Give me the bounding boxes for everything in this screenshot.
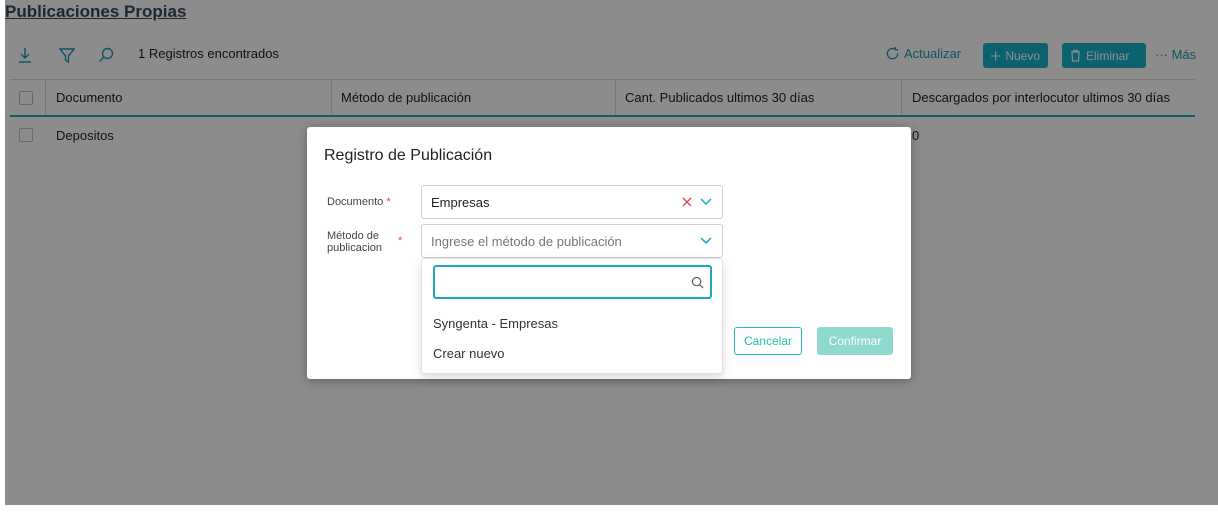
confirm-button[interactable]: Confirmar — [817, 327, 893, 355]
chevron-down-icon[interactable] — [700, 237, 712, 245]
modal-title: Registro de Publicación — [324, 147, 493, 164]
dropdown-search-input[interactable] — [441, 268, 691, 296]
app-window: Publicaciones Propias 1 Registros encont… — [0, 0, 1218, 512]
dropdown-search — [433, 265, 712, 299]
metodo-dropdown: Syngenta - Empresas Crear nuevo — [421, 258, 723, 374]
documento-value: Empresas — [431, 194, 490, 210]
documento-select[interactable]: Empresas — [421, 185, 723, 219]
dropdown-option-create-new[interactable]: Crear nuevo — [433, 346, 505, 361]
chevron-down-icon[interactable] — [700, 198, 712, 206]
metodo-select[interactable]: Ingrese el método de publicación — [421, 224, 723, 258]
required-marker: * — [386, 196, 391, 208]
metodo-label-line2: publicacion — [327, 242, 383, 254]
required-marker: * — [398, 235, 403, 247]
metodo-placeholder: Ingrese el método de publicación — [431, 233, 622, 249]
documento-label: Documento * — [327, 196, 391, 208]
search-icon — [691, 276, 704, 288]
cancel-button[interactable]: Cancelar — [734, 327, 802, 355]
dropdown-option[interactable]: Syngenta - Empresas — [433, 316, 558, 331]
clear-icon[interactable] — [682, 197, 692, 207]
metodo-label-line1: Método de — [327, 230, 379, 242]
metodo-label: Método de publicacion — [327, 230, 382, 254]
documento-label-text: Documento — [327, 196, 384, 208]
